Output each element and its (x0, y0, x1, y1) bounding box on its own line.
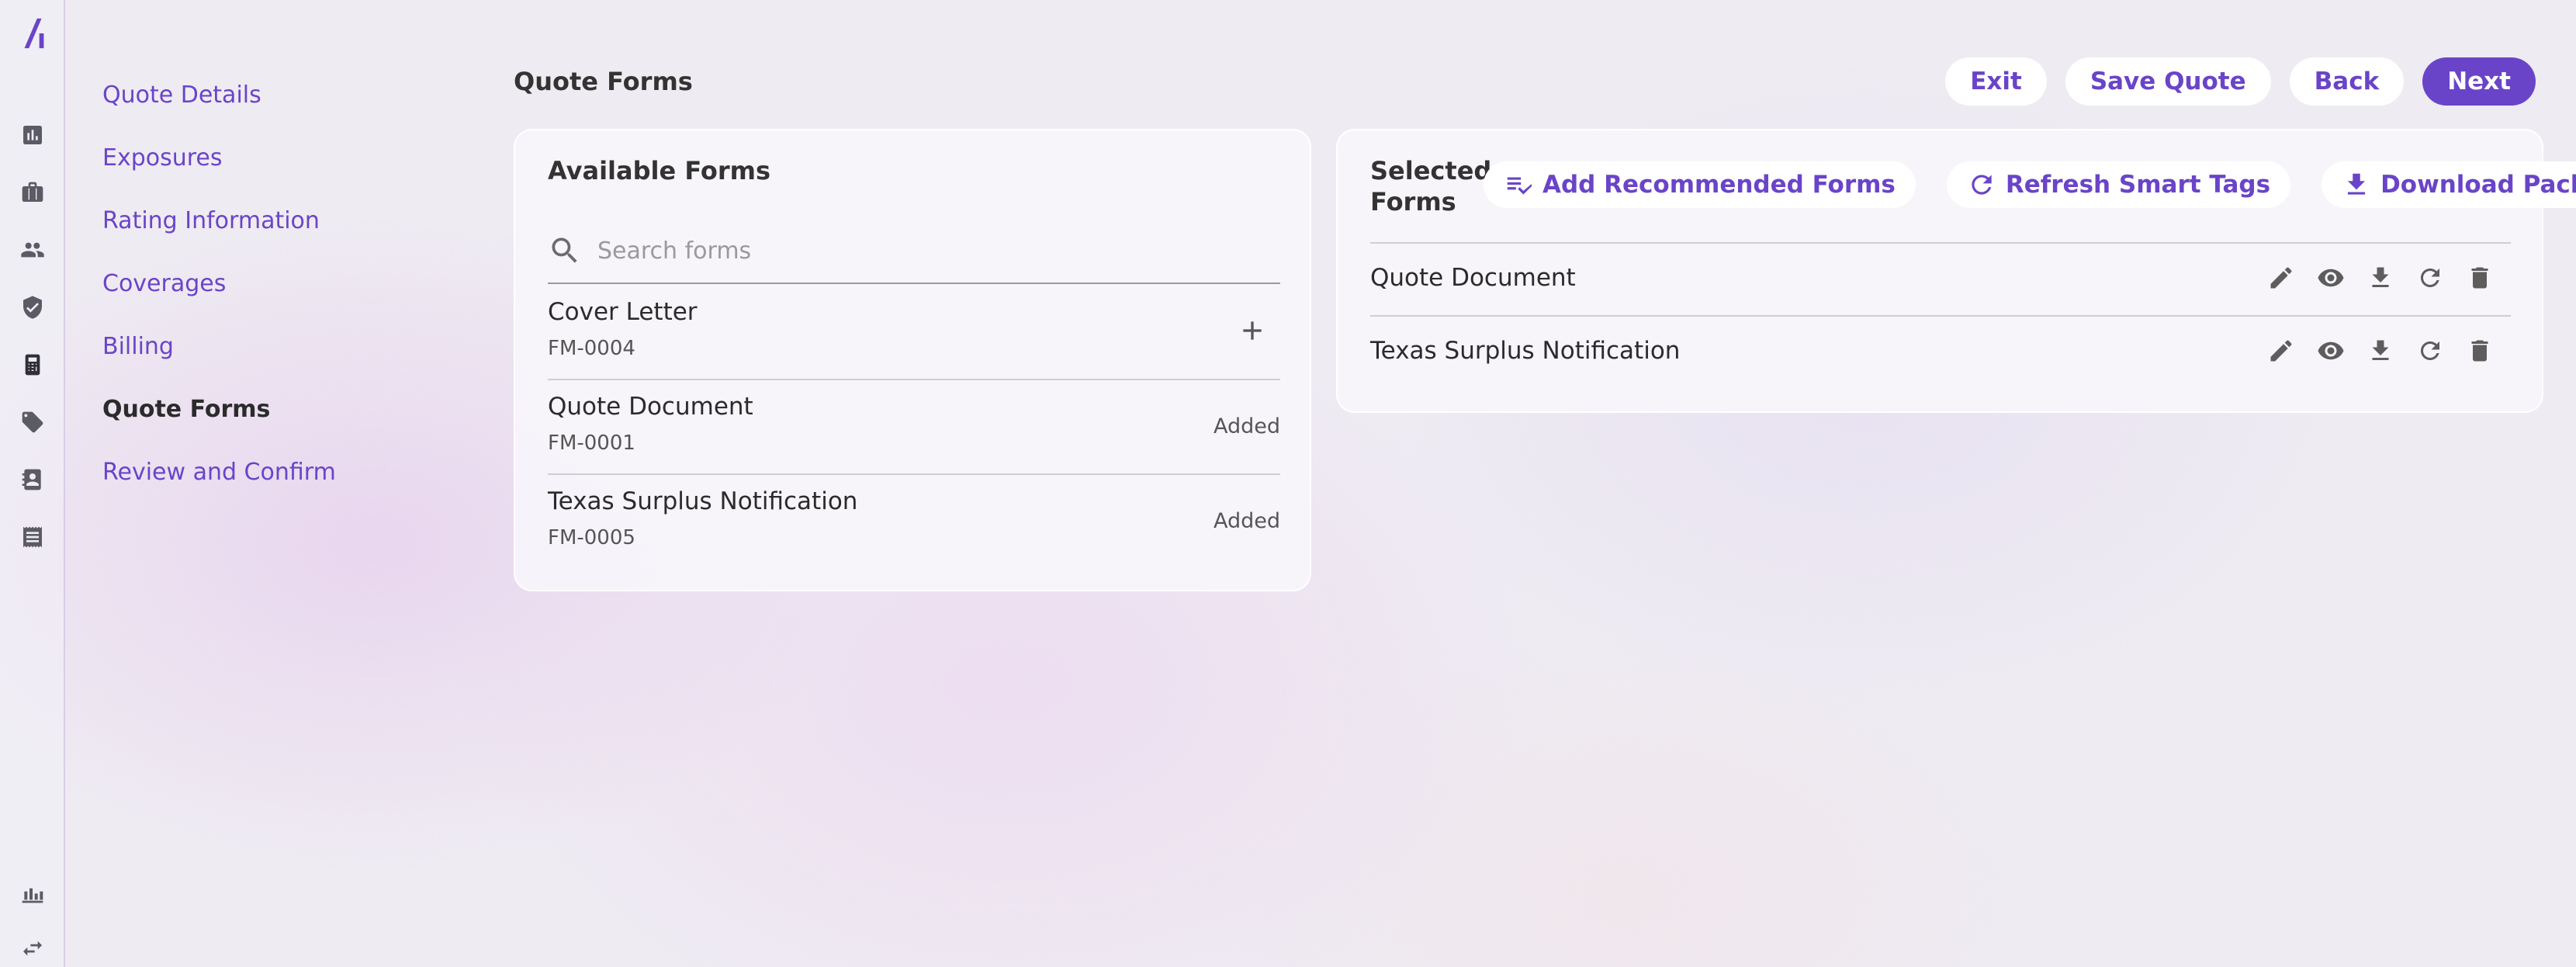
calculator-icon[interactable] (19, 351, 47, 379)
step-review-and-confirm[interactable]: Review and Confirm (102, 453, 336, 516)
refresh-icon[interactable] (2415, 335, 2446, 366)
selected-forms-title-line2: Forms (1370, 187, 1456, 217)
organization-icon[interactable] (19, 879, 47, 906)
list-item[interactable]: Texas Surplus Notification (1370, 317, 2511, 390)
refresh-icon[interactable] (2415, 262, 2446, 293)
icon-rail (0, 0, 65, 967)
list-item[interactable]: Texas Surplus Notification FM-0005 Added (548, 475, 1280, 570)
swap-arrows-icon[interactable] (19, 934, 47, 962)
view-icon[interactable] (2315, 262, 2346, 293)
download-icon[interactable] (2365, 335, 2396, 366)
download-icon (2347, 173, 2366, 195)
download-packet-button[interactable]: Download Packet (2322, 161, 2576, 208)
selected-forms-card: Selected Forms Add Recommended Forms Ref… (1336, 129, 2576, 413)
list-item[interactable]: Quote Document FM-0001 Added (548, 380, 1280, 475)
add-recommended-forms-button[interactable]: Add Recommended Forms (1484, 161, 1916, 208)
step-rating-information[interactable]: Rating Information (102, 202, 336, 265)
form-name: Quote Document (548, 393, 753, 421)
back-button[interactable]: Back (2289, 57, 2405, 106)
page-title: Quote Forms (514, 67, 693, 96)
search-bar (548, 219, 1280, 284)
row-actions (2266, 262, 2495, 293)
edit-icon[interactable] (2266, 262, 2297, 293)
list-item[interactable]: Cover Letter FM-0004 (548, 286, 1280, 380)
refresh-icon (1972, 175, 1992, 195)
list-item[interactable]: Quote Document (1370, 244, 2511, 317)
step-navigation: Quote Details Exposures Rating Informati… (102, 76, 336, 516)
download-icon[interactable] (2365, 262, 2396, 293)
step-quote-forms[interactable]: Quote Forms (102, 390, 336, 453)
save-quote-button[interactable]: Save Quote (2065, 57, 2271, 106)
next-button[interactable]: Next (2422, 57, 2536, 106)
add-form-button[interactable] (1235, 314, 1269, 348)
header-actions: Exit Save Quote Back Next (1945, 57, 2536, 106)
available-forms-card: Available Forms Cover Letter FM-0004 Quo… (514, 129, 1311, 591)
refresh-smart-tags-label: Refresh Smart Tags (2005, 171, 2271, 199)
brand-logo-icon[interactable] (16, 16, 51, 51)
receipt-icon[interactable] (19, 523, 47, 551)
tag-icon[interactable] (19, 408, 47, 436)
form-code: FM-0005 (548, 526, 635, 549)
step-billing[interactable]: Billing (102, 328, 336, 390)
available-forms-list: Cover Letter FM-0004 Quote Document FM-0… (548, 286, 1280, 570)
selected-forms-list: Quote Document Texas Surplus Notificatio… (1370, 242, 2511, 390)
form-name: Texas Surplus Notification (548, 487, 858, 515)
form-code: FM-0001 (548, 432, 635, 455)
selected-forms-title-line1: Selected (1370, 156, 1492, 185)
search-forms-input[interactable] (597, 237, 1265, 265)
shield-check-icon[interactable] (19, 293, 47, 321)
view-icon[interactable] (2315, 335, 2346, 366)
playlist-add-check-icon (1507, 177, 1532, 195)
delete-icon[interactable] (2464, 262, 2495, 293)
analytics-icon[interactable] (19, 121, 47, 149)
download-packet-label: Download Packet (2380, 171, 2576, 199)
step-coverages[interactable]: Coverages (102, 265, 336, 328)
contact-book-icon[interactable] (19, 466, 47, 494)
added-status: Added (1213, 414, 1280, 438)
added-status: Added (1213, 509, 1280, 533)
step-exposures[interactable]: Exposures (102, 139, 336, 202)
delete-icon[interactable] (2464, 335, 2495, 366)
add-recommended-forms-label: Add Recommended Forms (1542, 171, 1896, 199)
people-icon[interactable] (19, 236, 47, 264)
step-quote-details[interactable]: Quote Details (102, 76, 336, 139)
selected-forms-title: Selected Forms (1370, 155, 1491, 217)
edit-icon[interactable] (2266, 335, 2297, 366)
selected-forms-actions: Add Recommended Forms Refresh Smart Tags… (1484, 161, 2576, 208)
refresh-smart-tags-button[interactable]: Refresh Smart Tags (1946, 161, 2291, 208)
briefcase-icon[interactable] (19, 178, 47, 206)
available-forms-title: Available Forms (548, 156, 771, 185)
exit-button[interactable]: Exit (1945, 57, 2047, 106)
search-icon (552, 237, 577, 263)
plus-icon (1243, 321, 1262, 340)
form-name: Quote Document (1370, 264, 1576, 292)
form-name: Cover Letter (548, 298, 698, 326)
form-name: Texas Surplus Notification (1370, 337, 1681, 365)
row-actions (2266, 335, 2495, 366)
form-code: FM-0004 (548, 337, 635, 360)
